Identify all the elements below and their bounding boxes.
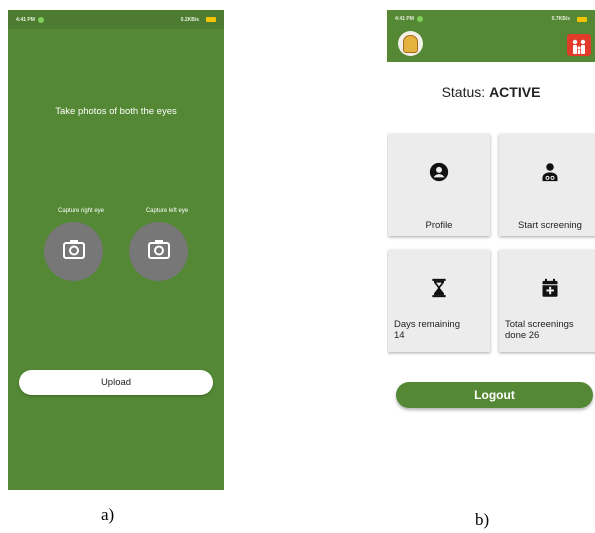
battery-icon	[577, 16, 587, 22]
hourglass-icon	[388, 278, 490, 298]
days-remaining-label: Days remaining 14	[388, 319, 490, 342]
total-screenings-label: Total screenings done 26	[499, 319, 595, 342]
days-remaining-value: 14	[394, 329, 405, 341]
camera-icon	[147, 237, 171, 266]
government-emblem-icon	[398, 31, 423, 56]
days-remaining-tile[interactable]: Days remaining 14	[388, 250, 490, 352]
doctor-icon	[499, 162, 595, 182]
status-bar: 4:41 PM 0.7KB/s	[387, 10, 595, 28]
account-circle-icon	[388, 162, 490, 182]
days-remaining-text: Days remaining	[394, 319, 460, 330]
status-time: 4:41 PM	[395, 16, 414, 22]
status-prefix: Status:	[441, 84, 486, 100]
upload-button[interactable]: Upload	[19, 370, 213, 395]
screen-capture-eyes: 4:41 PM 0.2KB/s Take photos of both the …	[8, 10, 224, 490]
capture-left-label: Capture left eye	[145, 208, 189, 214]
status-network: 0.7KB/s	[551, 16, 570, 22]
profile-label: Profile	[425, 220, 453, 231]
profile-tile[interactable]: Profile	[388, 134, 490, 236]
instruction-text: Take photos of both the eyes	[55, 106, 177, 117]
start-screening-tile[interactable]: Start screening	[499, 134, 595, 236]
account-status: Status: ACTIVE	[387, 84, 595, 100]
family-welfare-logo-icon	[567, 34, 591, 56]
battery-icon	[206, 17, 216, 22]
capture-right-eye-button[interactable]	[44, 222, 103, 281]
notification-icon	[37, 16, 44, 23]
caption-a: a)	[101, 505, 115, 524]
status-bar: 4:41 PM 0.2KB/s	[8, 10, 224, 29]
camera-icon	[62, 237, 86, 266]
total-screenings-value: done 26	[505, 329, 540, 341]
status-time: 4:41 PM	[16, 16, 35, 23]
capture-right-label: Capture right eye	[57, 208, 105, 214]
status-network: 0.2KB/s	[180, 16, 199, 23]
total-screenings-tile[interactable]: Total screenings done 26	[499, 250, 595, 352]
notification-icon	[416, 16, 423, 22]
start-screening-label: Start screening	[518, 220, 582, 231]
screen-dashboard: 4:41 PM 0.7KB/s Status: ACTIVE Profile S…	[387, 10, 595, 500]
status-value: ACTIVE	[489, 84, 541, 100]
caption-b: b)	[475, 510, 490, 529]
logout-button[interactable]: Logout	[396, 382, 593, 408]
calendar-plus-icon	[499, 278, 595, 298]
capture-left-eye-button[interactable]	[129, 222, 188, 281]
app-bar	[387, 28, 595, 62]
